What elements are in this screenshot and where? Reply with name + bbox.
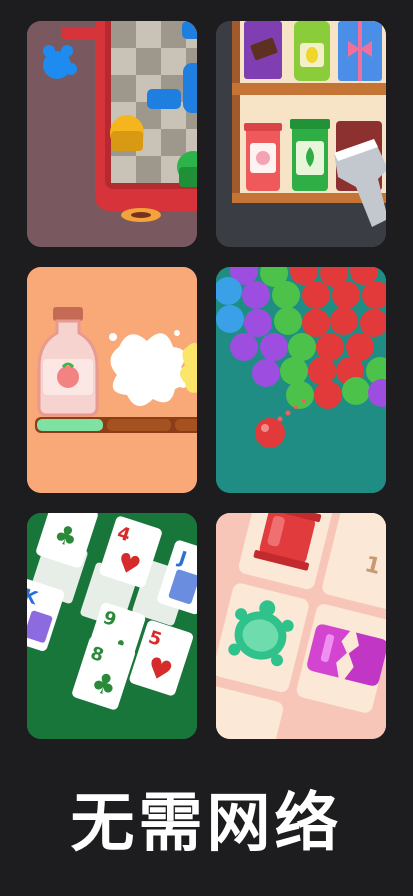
board-pawns-illustration — [27, 21, 197, 247]
game-tile-bottle-splash[interactable] — [27, 267, 197, 493]
solitaire-illustration: ♣ 4 ♥ J K 9 ♣ 8 ♣ — [27, 513, 197, 739]
game-tile-bubble-shooter[interactable] — [216, 267, 386, 493]
match-tiles-illustration: 1 — [216, 513, 386, 739]
game-tile-shelf-sort[interactable] — [216, 21, 386, 247]
game-tile-solitaire[interactable]: ♣ 4 ♥ J K 9 ♣ 8 ♣ — [27, 513, 197, 739]
bottle-splash-illustration — [27, 267, 197, 493]
game-tile-match-tiles[interactable]: 1 — [216, 513, 386, 739]
shelf-sort-illustration — [216, 21, 386, 247]
bubble-shooter-illustration — [216, 267, 386, 493]
offline-headline: 无需网络 — [70, 787, 343, 861]
game-tile-board-pawns[interactable] — [27, 21, 197, 247]
